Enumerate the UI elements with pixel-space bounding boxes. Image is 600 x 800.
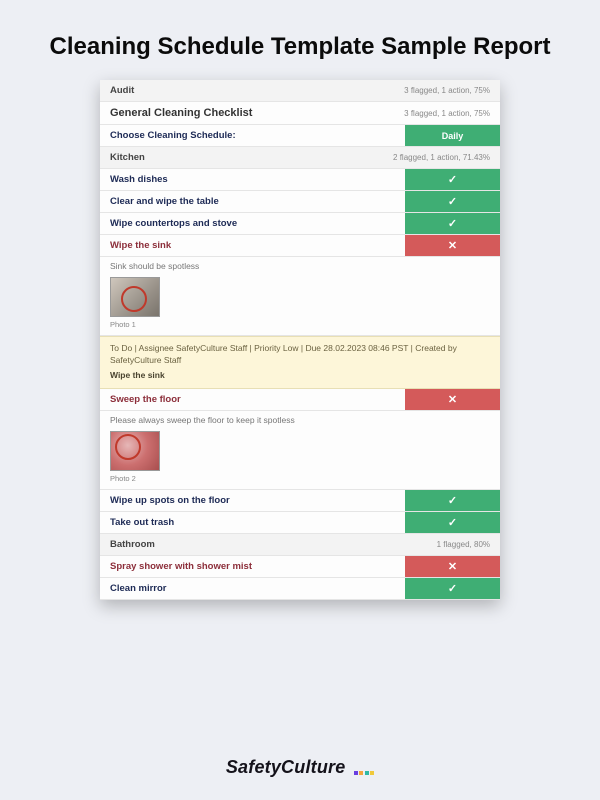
photo-block: Photo 1 [100,273,500,336]
action-box: To Do | Assignee SafetyCulture Staff | P… [100,336,500,389]
audit-header: Audit 3 flagged, 1 action, 75% [100,80,500,102]
photo-caption: Photo 2 [110,474,490,483]
item-label: Spray shower with shower mist [100,556,405,577]
item-label: Wipe the sink [100,235,405,256]
audit-meta: 3 flagged, 1 action, 75% [394,81,500,100]
checklist-item: Sweep the floor ✕ [100,389,500,411]
checklist-label: General Cleaning Checklist [100,102,394,124]
checklist-item: Spray shower with shower mist ✕ [100,556,500,578]
bathroom-header: Bathroom 1 flagged, 80% [100,534,500,556]
item-label: Wash dishes [100,169,405,190]
brand-text: SafetyCulture [226,757,346,777]
bathroom-label: Bathroom [100,534,427,555]
schedule-row: Choose Cleaning Schedule: Daily [100,125,500,147]
bathroom-meta: 1 flagged, 80% [427,535,500,554]
item-label: Clean mirror [100,578,405,599]
photo-caption: Photo 1 [110,320,490,329]
action-meta: To Do | Assignee SafetyCulture Staff | P… [110,343,490,367]
checklist-item: Take out trash ✓ [100,512,500,534]
item-label: Sweep the floor [100,389,405,410]
checklist-item: Clear and wipe the table ✓ [100,191,500,213]
brand-dots-icon [354,771,375,775]
kitchen-header: Kitchen 2 flagged, 1 action, 71.43% [100,147,500,169]
evidence-photo [110,277,160,317]
cross-icon: ✕ [405,235,500,256]
check-icon: ✓ [405,213,500,234]
kitchen-meta: 2 flagged, 1 action, 71.43% [383,148,500,167]
brand-logo: SafetyCulture [0,757,600,778]
item-label: Clear and wipe the table [100,191,405,212]
item-label: Take out trash [100,512,405,533]
item-note: Please always sweep the floor to keep it… [100,411,500,427]
kitchen-label: Kitchen [100,147,383,168]
check-icon: ✓ [405,191,500,212]
photo-block: Photo 2 [100,427,500,490]
checklist-item: Wipe countertops and stove ✓ [100,213,500,235]
check-icon: ✓ [405,578,500,599]
check-icon: ✓ [405,490,500,511]
checklist-item: Clean mirror ✓ [100,578,500,600]
checklist-item: Wipe the sink ✕ [100,235,500,257]
action-title: Wipe the sink [110,370,490,382]
schedule-label: Choose Cleaning Schedule: [100,125,405,146]
schedule-value: Daily [405,125,500,146]
check-icon: ✓ [405,169,500,190]
checklist-meta: 3 flagged, 1 action, 75% [394,104,500,123]
checklist-item: Wash dishes ✓ [100,169,500,191]
evidence-photo [110,431,160,471]
check-icon: ✓ [405,512,500,533]
page-title: Cleaning Schedule Template Sample Report [0,0,600,80]
item-note: Sink should be spotless [100,257,500,273]
checklist-item: Wipe up spots on the floor ✓ [100,490,500,512]
audit-label: Audit [100,80,394,101]
cross-icon: ✕ [405,556,500,577]
checklist-header: General Cleaning Checklist 3 flagged, 1 … [100,102,500,125]
cross-icon: ✕ [405,389,500,410]
report-card: Audit 3 flagged, 1 action, 75% General C… [100,80,500,600]
item-label: Wipe countertops and stove [100,213,405,234]
item-label: Wipe up spots on the floor [100,490,405,511]
